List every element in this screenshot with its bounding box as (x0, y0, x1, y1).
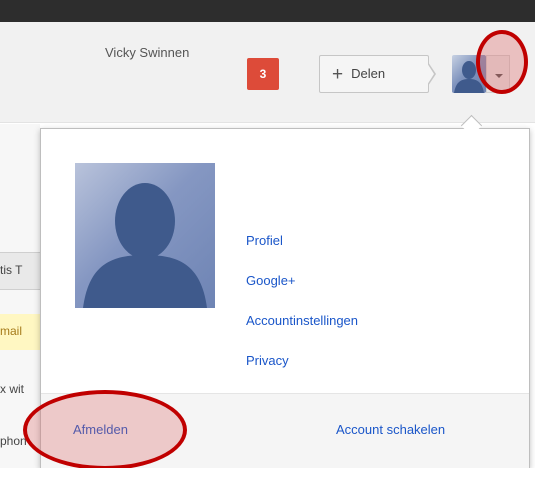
share-label: Delen (351, 66, 386, 81)
share-button-arrow-inner (427, 63, 434, 85)
account-settings-link[interactable]: Accountinstellingen (246, 310, 358, 331)
notifications-badge[interactable]: 3 (247, 58, 279, 90)
list-header-row: tis T (0, 252, 40, 290)
google-plus-link[interactable]: Google+ (246, 270, 358, 291)
highlight-circle-menu (476, 30, 528, 94)
plus-icon: + (332, 64, 344, 85)
user-name[interactable]: Vicky Swinnen (105, 45, 189, 60)
profile-photo[interactable] (75, 163, 215, 308)
privacy-link[interactable]: Privacy (246, 350, 358, 371)
list-item: x wit (0, 382, 24, 396)
share-button[interactable]: + Delen (319, 55, 429, 93)
list-item: mail (0, 314, 40, 350)
account-links: Profiel Google+ Accountinstellingen Priv… (246, 230, 358, 390)
top-bar (0, 0, 535, 22)
profile-link[interactable]: Profiel (246, 230, 358, 251)
switch-account-link[interactable]: Account schakelen (336, 422, 445, 437)
highlight-circle-signout (23, 390, 187, 470)
user-silhouette-icon (83, 183, 207, 308)
bottom-strip (0, 468, 535, 483)
